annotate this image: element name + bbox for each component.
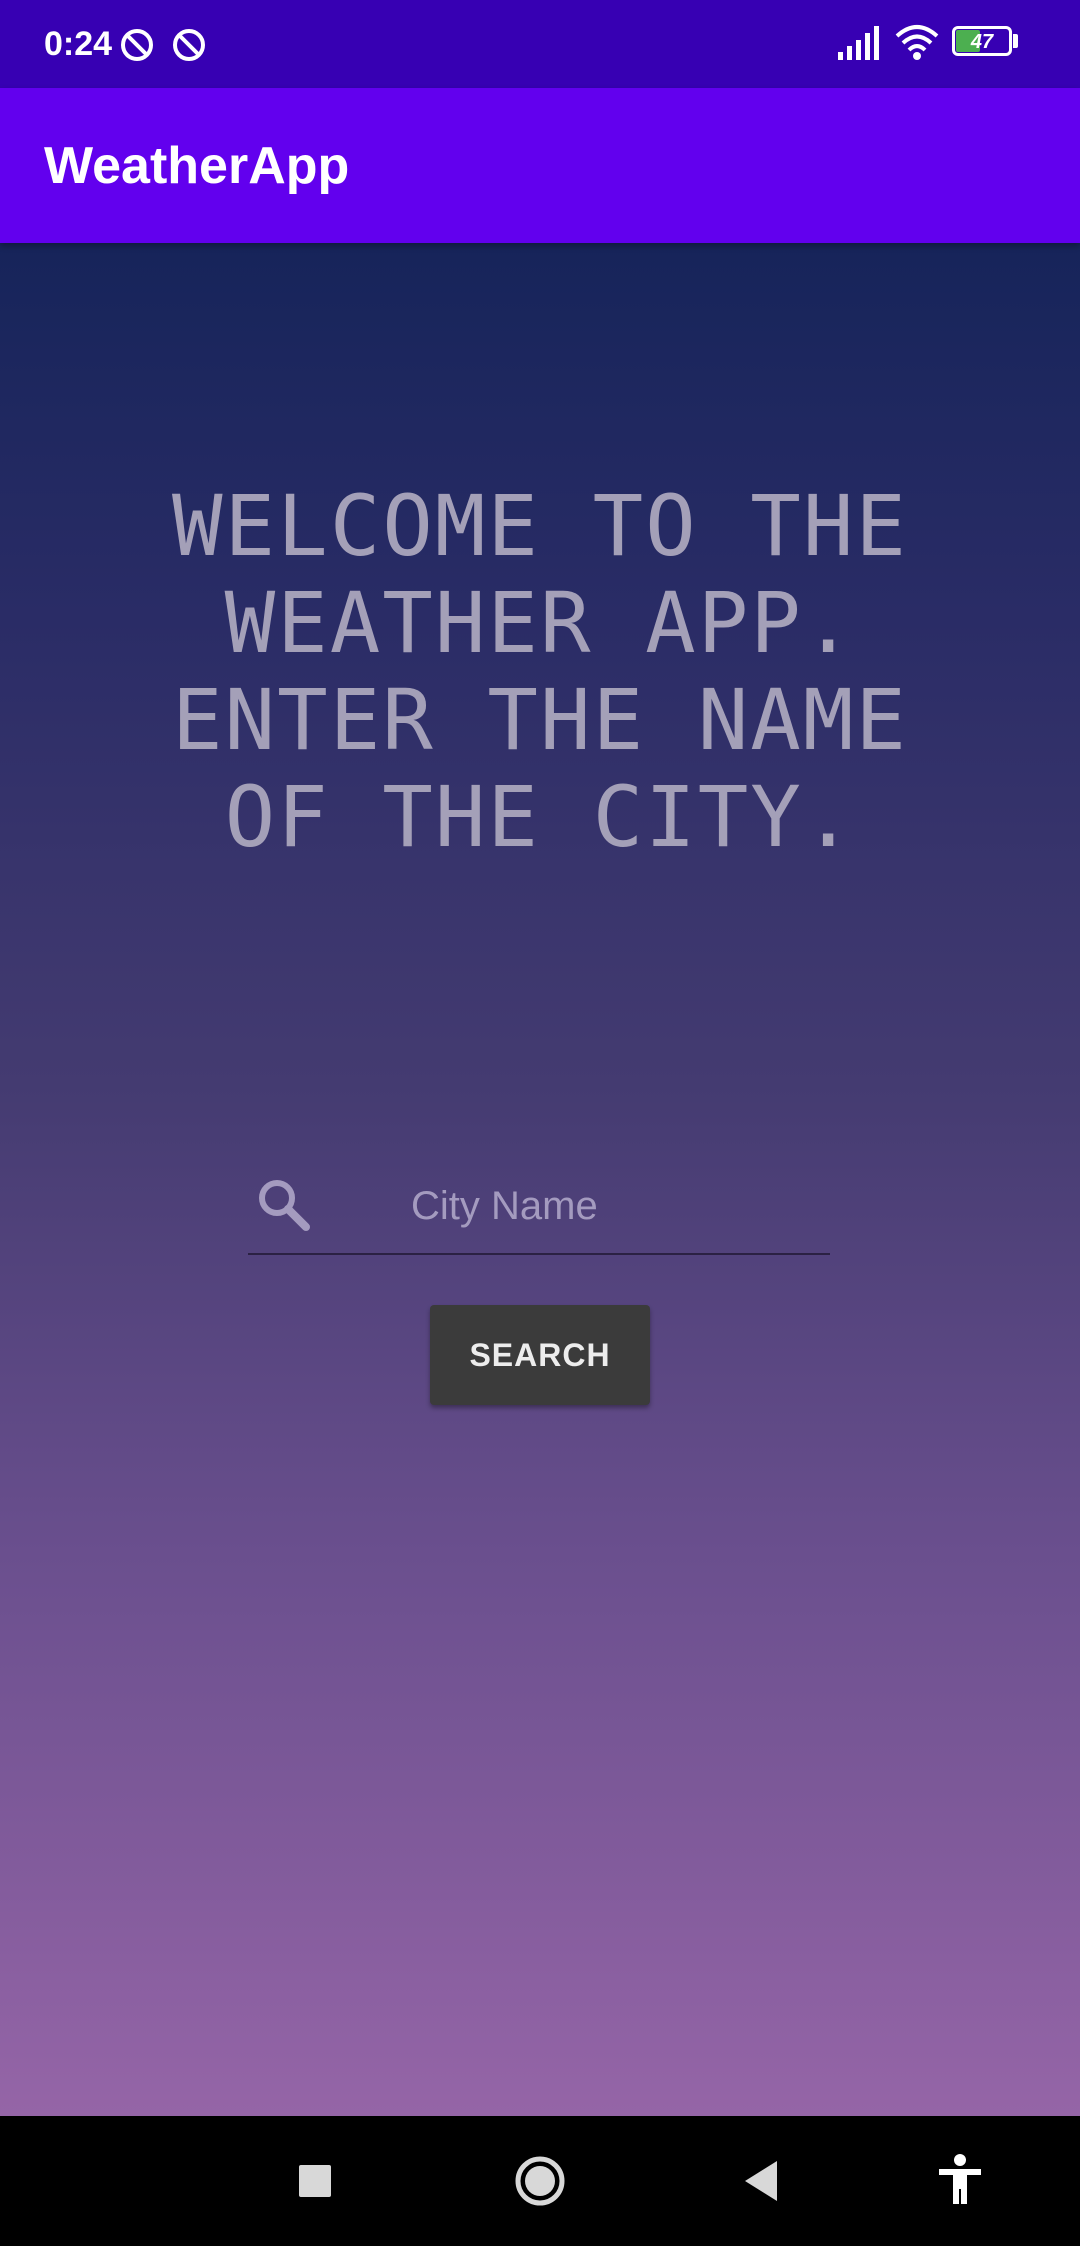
main-content: WELCOME TO THE WEATHER APP. ENTER THE NA… bbox=[0, 243, 1080, 2116]
city-name-input[interactable] bbox=[411, 1173, 811, 1239]
search-icon bbox=[259, 1180, 310, 1231]
app-title: WeatherApp bbox=[44, 137, 350, 195]
search-field[interactable] bbox=[248, 1163, 830, 1255]
battery-icon: 47 bbox=[952, 22, 1022, 62]
welcome-line: WEATHER APP. bbox=[224, 574, 856, 672]
welcome-line: WELCOME TO THE bbox=[171, 477, 908, 575]
signal-icon bbox=[838, 26, 879, 60]
back-icon[interactable] bbox=[727, 2146, 797, 2216]
welcome-message: WELCOME TO THE WEATHER APP. ENTER THE NA… bbox=[0, 478, 1080, 866]
accessibility-icon[interactable] bbox=[925, 2146, 995, 2216]
search-button[interactable]: SEARCH bbox=[430, 1305, 650, 1405]
navigation-bar bbox=[0, 2116, 1080, 2246]
welcome-line: ENTER THE NAME bbox=[171, 671, 908, 769]
status-time: 0:24 bbox=[44, 25, 113, 63]
screen: 0:24 47 WeatherApp WELCOME TO THE WEATHE… bbox=[0, 0, 1080, 2246]
battery-level: 47 bbox=[970, 31, 994, 53]
recents-icon[interactable] bbox=[280, 2146, 350, 2216]
welcome-line: OF THE CITY. bbox=[224, 768, 856, 866]
home-icon[interactable] bbox=[505, 2146, 575, 2216]
status-bar: 0:24 47 bbox=[0, 0, 1080, 88]
wifi-icon bbox=[895, 25, 939, 60]
dnd-icon bbox=[173, 29, 205, 61]
dnd-icon bbox=[121, 29, 153, 61]
app-bar: WeatherApp bbox=[0, 88, 1080, 243]
